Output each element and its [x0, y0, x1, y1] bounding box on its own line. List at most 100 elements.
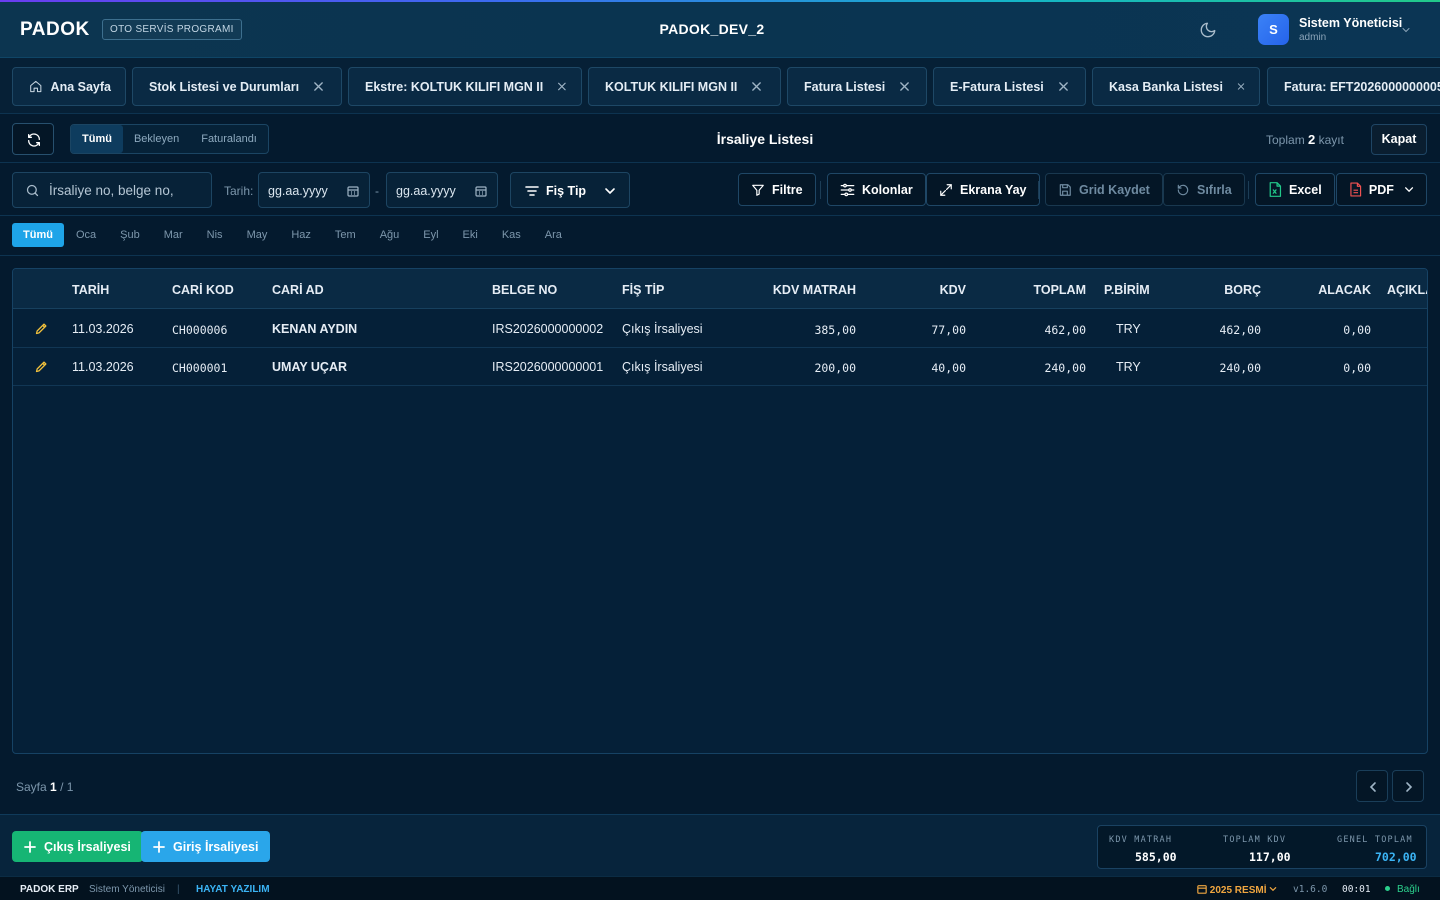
- status-company[interactable]: HAYAT YAZILIM: [196, 884, 270, 895]
- excel-label: Excel: [1289, 182, 1322, 197]
- page-current: 1: [50, 780, 57, 794]
- prev-page-button[interactable]: [1356, 770, 1388, 802]
- tab-label: KOLTUK KILIFI MGN II: [605, 79, 738, 94]
- tab-ekstre[interactable]: Ekstre: KOLTUK KILIFI MGN II: [348, 67, 582, 106]
- calendar-icon[interactable]: [475, 185, 487, 197]
- fiscal-year-selector[interactable]: 2025 RESMİ: [1197, 884, 1277, 896]
- chevron-right-icon: [1406, 782, 1413, 792]
- user-avatar[interactable]: S: [1258, 14, 1289, 45]
- calendar-icon[interactable]: [347, 185, 359, 197]
- column-header-kdv-matrah[interactable]: KDV MATRAH: [756, 283, 856, 297]
- pencil-icon[interactable]: [34, 321, 49, 336]
- close-icon[interactable]: [899, 81, 910, 92]
- toolbar-divider: [820, 181, 821, 199]
- date-label: Tarih:: [224, 184, 254, 198]
- pencil-icon[interactable]: [34, 359, 49, 374]
- tab-fatura-listesi[interactable]: Fatura Listesi: [787, 67, 927, 106]
- cell-borc: 462,00: [1219, 323, 1261, 337]
- record-count: Toplam 2 kayıt: [1266, 132, 1344, 147]
- cell-p-birim: TRY: [1116, 360, 1141, 374]
- pdf-button[interactable]: PDF: [1336, 173, 1427, 206]
- table-row[interactable]: 11.03.2026 CH000006 KENAN AYDIN IRS20260…: [13, 310, 1427, 348]
- tab-label: Fatura: EFT2026000000005: [1284, 79, 1440, 94]
- month-mar[interactable]: Mar: [152, 223, 195, 247]
- expand-icon: [940, 183, 952, 196]
- column-header-cari-ad[interactable]: CARİ AD: [272, 283, 324, 297]
- month-eyl[interactable]: Eyl: [411, 223, 450, 247]
- table-row[interactable]: 11.03.2026 CH000001 UMAY UÇAR IRS2026000…: [13, 348, 1427, 386]
- column-header-alacak[interactable]: ALACAK: [1271, 283, 1371, 297]
- add-cikis-irsaliyesi-button[interactable]: Çıkış İrsaliyesi: [12, 831, 143, 862]
- excel-icon: [1269, 182, 1282, 197]
- fis-tip-select[interactable]: Fiş Tip: [510, 172, 630, 208]
- month-tem[interactable]: Tem: [323, 223, 368, 247]
- close-button[interactable]: Kapat: [1371, 124, 1427, 155]
- calendar-icon: [1197, 885, 1207, 894]
- filter-toolbar: Tarih: gg.aa.yyyy - gg.aa.yyyy Fiş Tip F…: [0, 164, 1440, 216]
- fullscreen-button[interactable]: Ekrana Yay: [926, 173, 1040, 206]
- month-oca[interactable]: Oca: [64, 223, 108, 247]
- month-agu[interactable]: Ağu: [368, 223, 412, 247]
- next-page-button[interactable]: [1392, 770, 1424, 802]
- connection-status: Bağlı: [1397, 884, 1420, 895]
- reset-button[interactable]: Sıfırla: [1163, 173, 1245, 206]
- grid-header: TARİH CARİ KOD CARİ AD BELGE NO FİŞ TİP …: [13, 269, 1427, 309]
- save-grid-label: Grid Kaydet: [1079, 182, 1150, 197]
- reset-label: Sıfırla: [1197, 182, 1232, 197]
- close-icon[interactable]: [1237, 81, 1245, 92]
- column-header-belge-no[interactable]: BELGE NO: [492, 283, 557, 297]
- tab-koltuk-kilifi[interactable]: KOLTUK KILIFI MGN II: [588, 67, 781, 106]
- filter-button[interactable]: Filtre: [738, 173, 816, 206]
- user-name[interactable]: Sistem Yöneticisi: [1299, 16, 1402, 30]
- column-header-aciklama[interactable]: AÇIKLAMA: [1387, 283, 1427, 297]
- tab-stok-listesi[interactable]: Stok Listesi ve Durumları: [132, 67, 342, 106]
- column-header-p-birim[interactable]: P.BİRİM: [1104, 283, 1150, 297]
- tab-e-fatura-listesi[interactable]: E-Fatura Listesi: [933, 67, 1086, 106]
- page-prefix: Sayfa: [16, 780, 47, 794]
- user-role: admin: [1299, 32, 1327, 43]
- chevron-down-icon[interactable]: [1400, 24, 1412, 36]
- status-user: Sistem Yöneticisi: [89, 884, 165, 895]
- close-icon[interactable]: [1058, 81, 1069, 92]
- column-header-borc[interactable]: BORÇ: [1161, 283, 1261, 297]
- tab-fatura-eft[interactable]: Fatura: EFT2026000000005: [1267, 67, 1440, 106]
- total-value-genel-toplam: 702,00: [1375, 850, 1417, 864]
- search-input[interactable]: [49, 173, 209, 207]
- excel-button[interactable]: Excel: [1255, 173, 1335, 206]
- columns-button[interactable]: Kolonlar: [827, 173, 926, 206]
- column-header-kdv[interactable]: KDV: [866, 283, 966, 297]
- column-header-tarih[interactable]: TARİH: [72, 283, 109, 297]
- cell-fis-tip: Çıkış İrsaliyesi: [622, 360, 703, 374]
- reset-icon: [1177, 184, 1189, 195]
- home-icon: [30, 80, 42, 93]
- tab-kasa-banka[interactable]: Kasa Banka Listesi: [1092, 67, 1260, 106]
- tab-home[interactable]: Ana Sayfa: [12, 67, 126, 106]
- close-icon[interactable]: [557, 81, 567, 92]
- total-label-genel-toplam: GENEL TOPLAM: [1337, 835, 1413, 845]
- month-haz[interactable]: Haz: [279, 223, 323, 247]
- close-icon[interactable]: [751, 81, 762, 92]
- divider: [0, 255, 1440, 256]
- record-count-value: 2: [1308, 132, 1316, 147]
- save-grid-button[interactable]: Grid Kaydet: [1045, 173, 1163, 206]
- date-to-value: gg.aa.yyyy: [396, 184, 456, 198]
- close-icon[interactable]: [313, 81, 324, 92]
- month-may[interactable]: May: [235, 223, 280, 247]
- tab-label: Kasa Banka Listesi: [1109, 79, 1223, 94]
- moon-icon[interactable]: [1199, 21, 1217, 39]
- column-header-cari-kod[interactable]: CARİ KOD: [172, 283, 234, 297]
- cell-belge-no: IRS2026000000001: [492, 360, 604, 374]
- column-header-toplam[interactable]: TOPLAM: [986, 283, 1086, 297]
- date-to-field[interactable]: gg.aa.yyyy: [386, 172, 498, 208]
- month-nis[interactable]: Nis: [195, 223, 235, 247]
- month-tumu[interactable]: Tümü: [12, 223, 64, 247]
- month-kas[interactable]: Kas: [490, 223, 533, 247]
- cell-tarih: 11.03.2026: [72, 360, 134, 374]
- month-eki[interactable]: Eki: [451, 223, 490, 247]
- month-ara[interactable]: Ara: [533, 223, 574, 247]
- column-header-fis-tip[interactable]: FİŞ TİP: [622, 283, 664, 297]
- add-giris-irsaliyesi-button[interactable]: Giriş İrsaliyesi: [141, 831, 271, 862]
- month-sub[interactable]: Şub: [108, 223, 152, 247]
- plus-icon: [153, 840, 165, 853]
- date-from-field[interactable]: gg.aa.yyyy: [258, 172, 370, 208]
